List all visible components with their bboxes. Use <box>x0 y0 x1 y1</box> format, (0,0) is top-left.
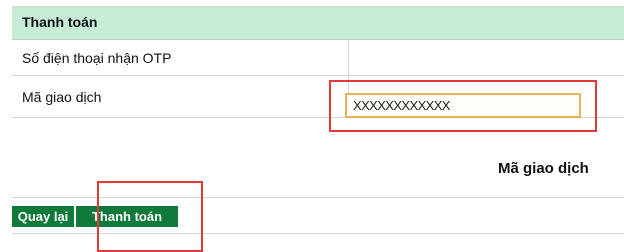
transaction-note-row <box>12 118 624 198</box>
transaction-code-input[interactable] <box>345 93 581 118</box>
column-divider <box>348 40 349 75</box>
transaction-note: Mã giao dịch <box>498 160 589 177</box>
transaction-label: Mã giao dịch <box>22 89 102 105</box>
phone-label: Số điện thoại nhận OTP <box>22 50 172 66</box>
back-button[interactable]: Quay lại <box>12 206 74 227</box>
form-title: Thanh toán <box>22 14 98 30</box>
phone-row: Số điện thoại nhận OTP <box>12 40 624 76</box>
form-header: Thanh toán <box>12 6 624 40</box>
payment-form: Thanh toán Số điện thoại nhận OTP Mã gia… <box>0 0 624 252</box>
pay-button[interactable]: Thanh toán <box>76 206 178 227</box>
